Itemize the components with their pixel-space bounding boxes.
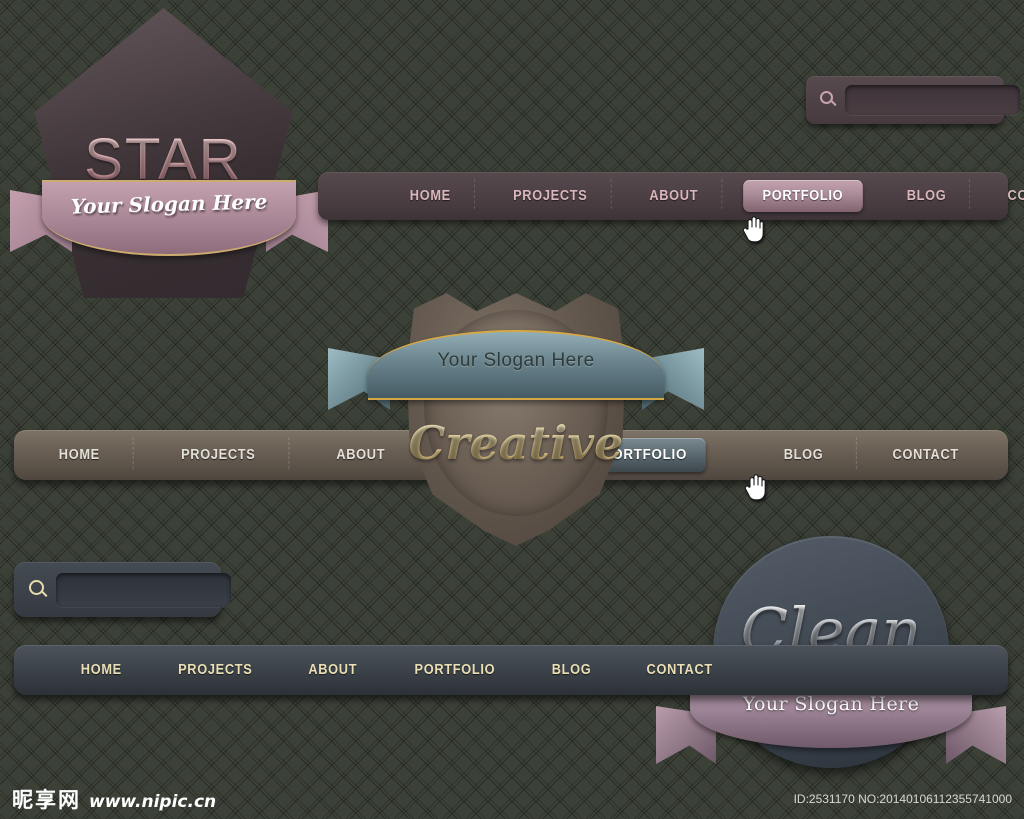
hand-cursor (742, 214, 764, 244)
nav-item-contact[interactable]: CONTACT (983, 188, 1024, 204)
nav-item-blog[interactable]: BLOG (883, 179, 970, 209)
watermark-chinese-logo: 昵享网 (12, 788, 81, 812)
hand-cursor (744, 472, 766, 502)
nav-item-about[interactable]: ABOUT (337, 447, 386, 463)
creative-slogan-text: Your Slogan Here (437, 350, 595, 371)
nav-item-portfolio[interactable]: PORTFOLIO (393, 662, 516, 678)
nav-item-about[interactable]: ABOUT (626, 179, 722, 209)
search-icon (29, 579, 49, 600)
nav-item-projects[interactable]: PROJECTS (181, 437, 289, 469)
clean-navbar: HOME PROJECTS ABOUT PORTFOLIO BLOG CONTA… (14, 645, 1008, 695)
nav-item-contact[interactable]: CONTACT (625, 662, 734, 678)
creative-logo-badge: Creative Your Slogan Here (328, 288, 704, 546)
nav-item-home[interactable]: HOME (59, 437, 133, 469)
nav-item-blog[interactable]: BLOG (530, 662, 612, 678)
nav-item-about[interactable]: ABOUT (287, 662, 378, 678)
clean-search-input[interactable] (56, 572, 231, 607)
star-logo-badge: STAR Your Slogan Here (10, 8, 328, 308)
watermark-left: 昵享网 www.nipic.cn (12, 784, 216, 814)
star-navbar: HOME PROJECTS ABOUT PORTFOLIO BLOG CONTA… (318, 172, 1024, 220)
star-ribbon: Your Slogan Here (10, 180, 328, 272)
nav-item-blog[interactable]: BLOG (783, 437, 857, 469)
star-search-box[interactable] (806, 76, 1020, 124)
clean-slogan-text: Your Slogan Here (742, 693, 920, 715)
watermark-url: www.nipic.cn (89, 792, 217, 812)
star-search-input[interactable] (845, 85, 1020, 115)
footer-watermark: 昵享网 www.nipic.cn ID:2531170 NO:201401061… (0, 779, 1024, 819)
watermark-id-text: ID:2531170 NO:20140106112355741000 (793, 792, 1012, 806)
nav-item-contact[interactable]: CONTACT (892, 447, 958, 463)
nav-item-projects[interactable]: PROJECTS (489, 179, 611, 209)
creative-ribbon: Your Slogan Here (328, 330, 704, 418)
nav-item-home[interactable]: HOME (60, 662, 143, 678)
clean-search-box[interactable] (14, 562, 231, 617)
search-icon (820, 91, 838, 109)
nav-item-projects[interactable]: PROJECTS (157, 662, 274, 678)
nav-item-portfolio[interactable]: PORTFOLIO (742, 180, 863, 212)
nav-item-home[interactable]: HOME (386, 179, 475, 209)
creative-logo-text: Creative (400, 416, 632, 470)
